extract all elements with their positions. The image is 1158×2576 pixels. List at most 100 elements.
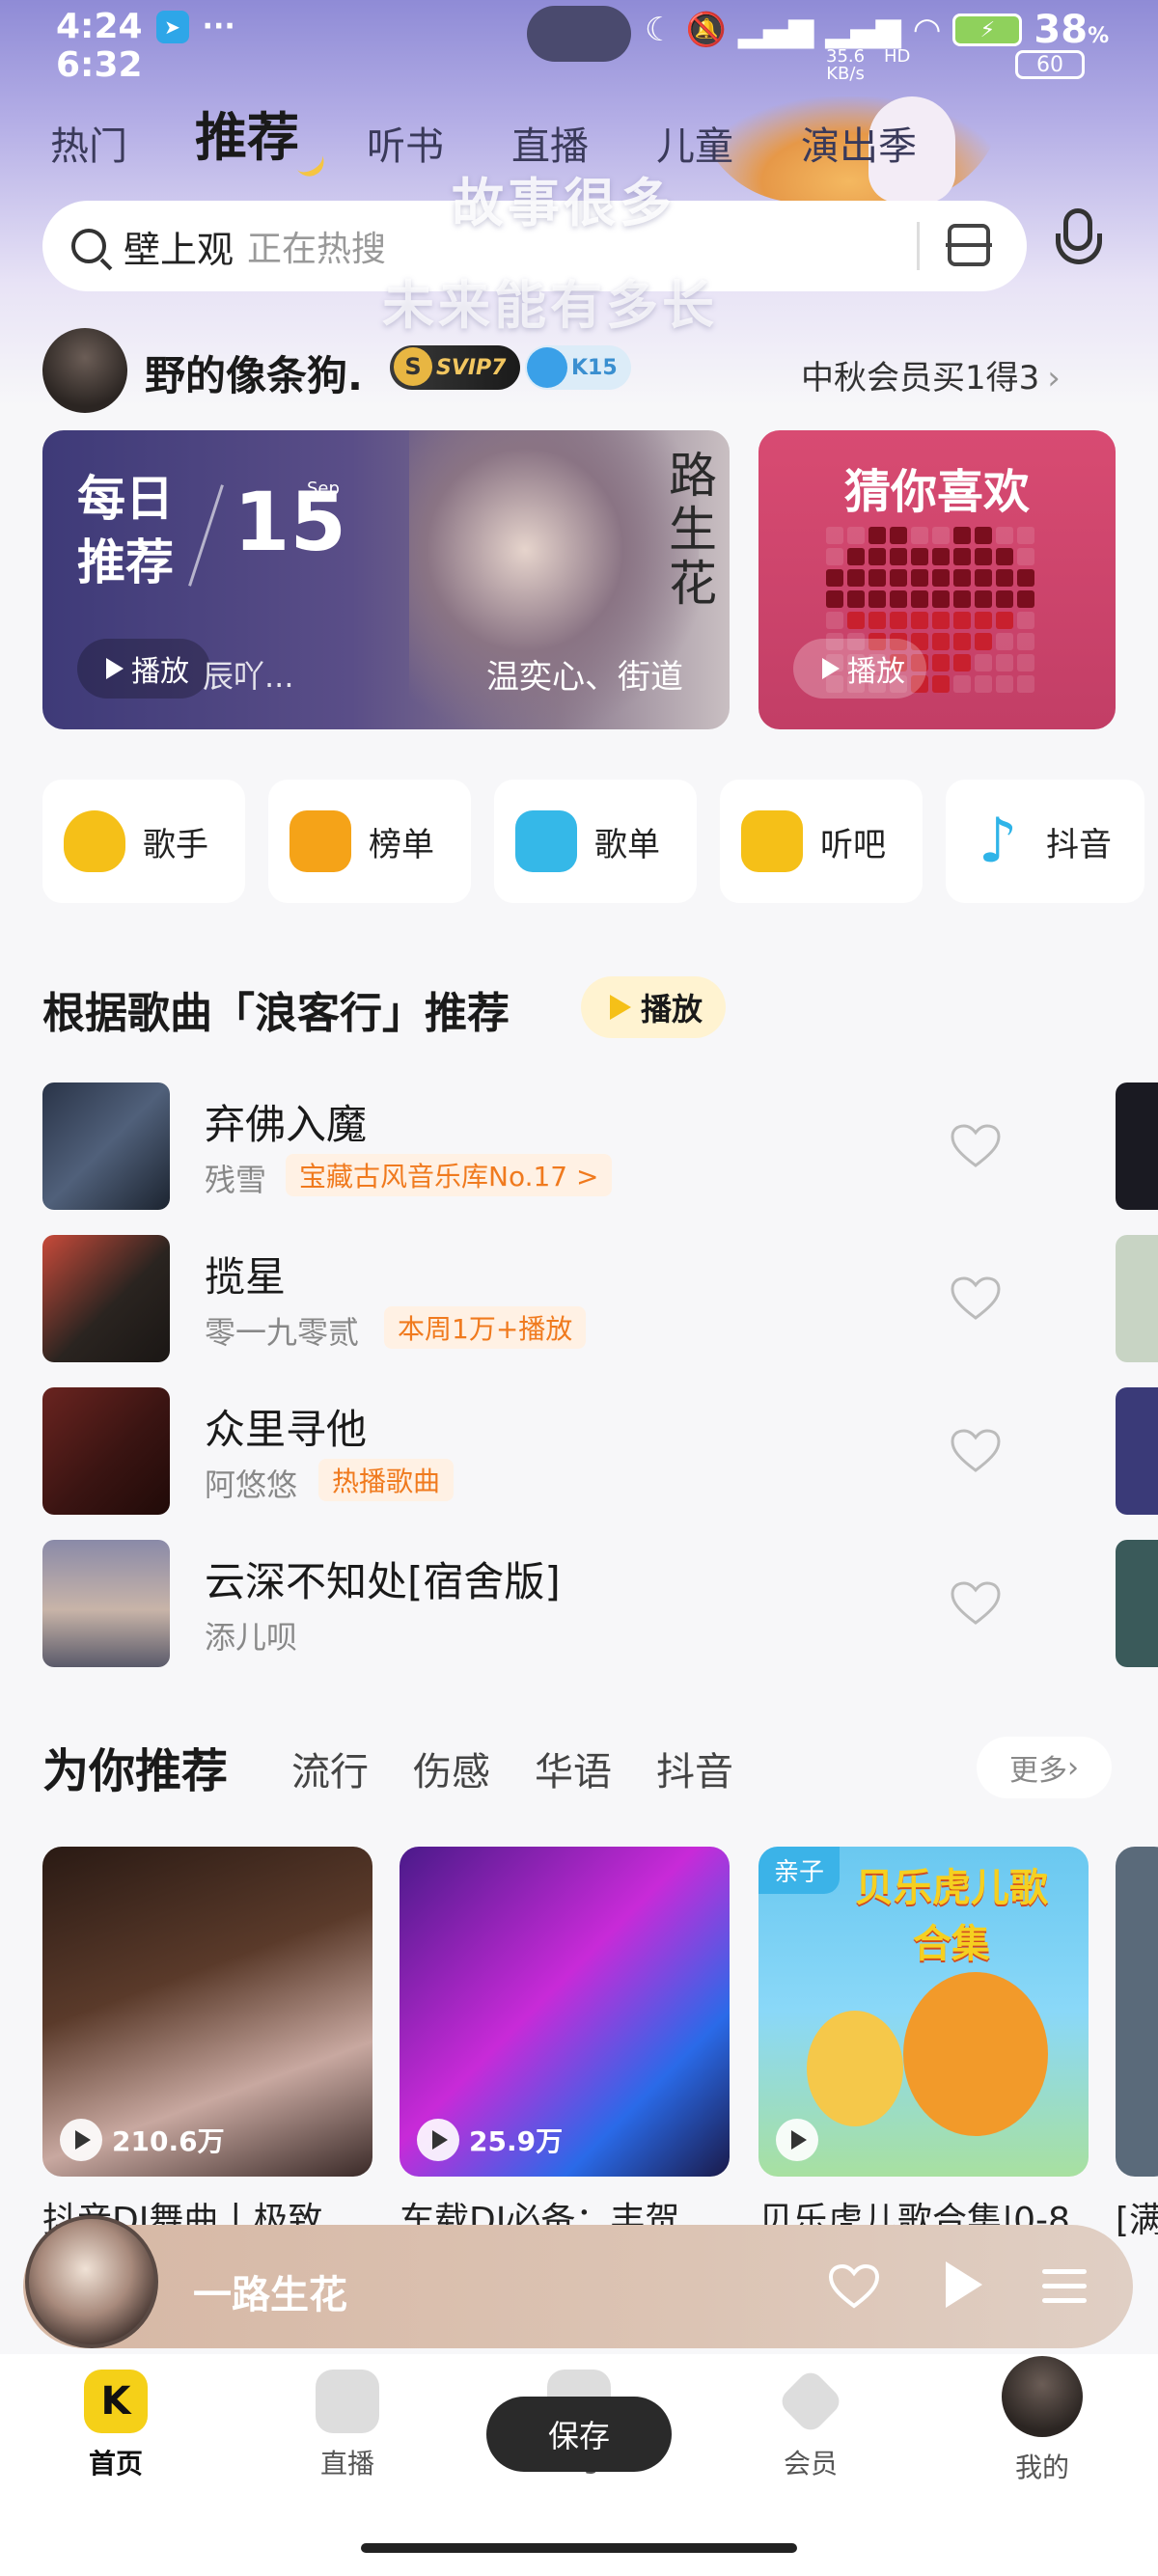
status-bar-right: ☾ 🔕 ▂▄▆ ▂▄▆ ◠ ⚡ 38% xyxy=(645,8,1109,52)
play-icon xyxy=(417,2119,459,2161)
username[interactable]: 野的像条狗. xyxy=(145,343,363,402)
net-speed: 35.6 KB/s xyxy=(826,46,866,84)
quick-entry-label: 歌单 xyxy=(594,825,660,864)
daily-month: Sep xyxy=(307,479,340,499)
play-count: 210.6万 xyxy=(60,2119,225,2161)
heart-icon[interactable] xyxy=(950,1123,1002,1169)
diamond-icon xyxy=(776,2367,845,2436)
quick-entry-douyin[interactable]: ♪ 抖音 xyxy=(946,780,1144,903)
pixel-cell xyxy=(847,569,865,587)
tab-chinese[interactable]: 华语 xyxy=(535,1740,612,1796)
nav-vip[interactable]: 会员 xyxy=(733,2367,888,2481)
pixel-cell xyxy=(826,527,843,544)
nav-home[interactable]: K 首页 xyxy=(39,2370,193,2481)
singer-icon xyxy=(64,810,125,872)
song-tag[interactable]: 宝藏古风音乐库No.17 > xyxy=(286,1154,613,1196)
heart-icon[interactable] xyxy=(950,1428,1002,1474)
nav-live[interactable]: 直播 xyxy=(270,2370,425,2481)
vip-promo-link[interactable]: 中秋会员买1得3 › xyxy=(801,351,1061,398)
next-column-cover xyxy=(1116,1387,1158,1515)
pixel-cell xyxy=(911,612,928,629)
pixel-cell xyxy=(890,612,907,629)
song-title: 弃佛入魔 xyxy=(205,1101,368,1148)
playlist-card[interactable]: 25.9万 xyxy=(400,1847,730,2177)
heart-icon[interactable] xyxy=(950,1580,1002,1627)
nav-label: 会员 xyxy=(783,2448,838,2480)
play-icon[interactable] xyxy=(946,2261,982,2308)
guess-play-button[interactable]: 播放 xyxy=(793,639,926,699)
pixel-cell xyxy=(911,527,928,544)
status-bar-left: 4:24 ➤ ··· 6:32 xyxy=(56,8,235,85)
list-item[interactable]: 云深不知处[宿舍版] 添儿呗 xyxy=(42,1540,1114,1667)
list-item[interactable]: 弃佛入魔 残雪 宝藏古风音乐库No.17 > xyxy=(42,1082,1114,1210)
tab-hot[interactable]: 热门 xyxy=(50,115,127,171)
song-title: 众里寻他 xyxy=(205,1406,368,1453)
daily-play-button[interactable]: 播放 xyxy=(77,639,210,699)
avatar xyxy=(1002,2356,1083,2437)
quick-entry-radio[interactable]: 听吧 xyxy=(720,780,923,903)
nav-label: 首页 xyxy=(88,2448,143,2480)
guess-you-like-card[interactable]: 猜你喜欢 播放 xyxy=(758,430,1116,729)
nav-mine[interactable]: 我的 xyxy=(965,2356,1119,2485)
pixel-cell xyxy=(890,548,907,565)
playlist-card[interactable]: 亲子 贝乐虎儿歌合集 xyxy=(758,1847,1089,2177)
pixel-cell xyxy=(953,527,971,544)
playlist-card-peek xyxy=(1116,1847,1158,2177)
tiger-illustration-small xyxy=(807,2011,903,2126)
pixel-cell xyxy=(1017,527,1034,544)
list-item[interactable]: 揽星 零一九零贰 本周1万+播放 xyxy=(42,1235,1114,1362)
more-button[interactable]: 更多 › xyxy=(977,1737,1112,1798)
voice-search-icon[interactable] xyxy=(1052,208,1106,276)
battery-percent: 38% xyxy=(1034,8,1110,52)
lyric-overlay-line1: 故事很多 xyxy=(452,173,676,233)
mute-icon: 🔕 xyxy=(685,11,727,49)
next-column-cover xyxy=(1116,1540,1158,1667)
quick-entry-playlist[interactable]: 歌单 xyxy=(494,780,697,903)
pixel-cell xyxy=(1017,548,1034,565)
quick-entry-singer[interactable]: 歌手 xyxy=(42,780,245,903)
tab-audiobook[interactable]: 听书 xyxy=(367,115,444,171)
pixel-cell xyxy=(868,548,886,565)
pixel-cell xyxy=(826,548,843,565)
pixel-cell xyxy=(932,569,950,587)
mini-player-cover[interactable] xyxy=(25,2215,158,2348)
section-play-button[interactable]: 播放 xyxy=(581,976,727,1038)
search-hint: 正在热搜 xyxy=(247,230,387,269)
pixel-cell xyxy=(996,548,1013,565)
heart-icon[interactable] xyxy=(828,2263,880,2310)
pixel-cell xyxy=(1017,633,1034,650)
douyin-icon: ♪ xyxy=(978,806,1018,877)
save-toast[interactable]: 保存 xyxy=(486,2397,672,2472)
song-artist: 添儿呗 xyxy=(205,1619,298,1656)
pixel-cell xyxy=(953,612,971,629)
tab-douyin[interactable]: 抖音 xyxy=(656,1740,733,1796)
daily-divider xyxy=(188,484,224,587)
radio-icon xyxy=(741,810,803,872)
tab-recommend[interactable]: 推荐 xyxy=(195,95,299,171)
playlist-card[interactable]: 210.6万 xyxy=(42,1847,372,2177)
tab-pop[interactable]: 流行 xyxy=(291,1740,369,1796)
level-badge[interactable]: K15 xyxy=(525,345,631,390)
tab-sad[interactable]: 伤感 xyxy=(413,1740,490,1796)
svip-badge[interactable]: SVIP7 xyxy=(390,345,520,390)
quick-entry-label: 榜单 xyxy=(369,825,434,864)
pixel-cell xyxy=(953,654,971,671)
pixel-cell xyxy=(847,527,865,544)
list-item[interactable]: 众里寻他 阿悠悠 热播歌曲 xyxy=(42,1387,1114,1515)
song-artist: 阿悠悠 xyxy=(205,1466,298,1503)
pixel-cell xyxy=(1017,675,1034,693)
for-you-tabs: 流行 伤感 华语 抖音 xyxy=(291,1740,733,1796)
cover-title: 贝乐虎儿歌合集 xyxy=(855,1866,1048,1966)
pixel-cell xyxy=(996,654,1013,671)
playlist-queue-icon[interactable] xyxy=(1042,2267,1087,2306)
daily-subtitle: 辰吖... xyxy=(203,658,294,695)
heart-icon[interactable] xyxy=(950,1275,1002,1322)
quick-entry-charts[interactable]: 榜单 xyxy=(268,780,471,903)
camera-island xyxy=(527,6,631,62)
tab-concert-season[interactable]: 演出季 xyxy=(801,115,917,171)
user-avatar[interactable] xyxy=(42,328,127,413)
pixel-cell xyxy=(890,569,907,587)
scan-icon[interactable] xyxy=(946,224,992,266)
search-divider xyxy=(917,222,920,270)
tiger-illustration xyxy=(903,1972,1048,2136)
